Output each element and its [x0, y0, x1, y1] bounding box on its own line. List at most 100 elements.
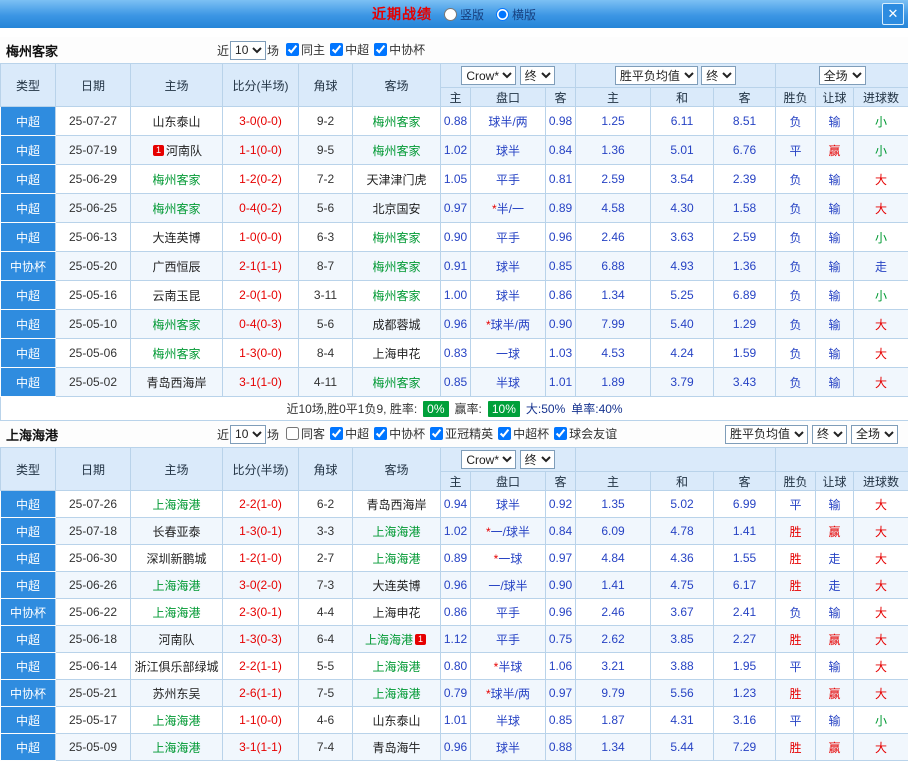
radio-vertical-input[interactable] [444, 8, 457, 21]
close-icon[interactable]: ✕ [882, 3, 904, 25]
checkbox-input[interactable] [374, 427, 387, 440]
away-team-cell: 梅州客家 [353, 136, 441, 165]
goals-cell: 大 [854, 310, 908, 339]
away-team-cell: 梅州客家 [353, 107, 441, 136]
section-header-shanghai: 上海海港 近 10 场 同客中超中协杯亚冠精英中超杯球会友谊 胜平负均值 终 全… [0, 421, 908, 447]
layout-radio-horizontal[interactable]: 横版 [496, 6, 536, 23]
team-label: 山东泰山 [372, 714, 420, 728]
home-odds-cell: 0.96 [441, 572, 471, 599]
away-odds-cell: 0.81 [546, 165, 576, 194]
match-row: 中协杯25-06-22上海海港2-3(0-1)4-4上海申花0.86平手0.96… [1, 599, 908, 626]
win-odds-cell: 1.34 [576, 734, 651, 761]
date-cell: 25-07-18 [56, 518, 131, 545]
handicap-result-cell: 输 [816, 599, 854, 626]
corners-cell: 7-3 [299, 572, 353, 599]
type-cell: 中超 [1, 626, 56, 653]
match-row: 中超25-06-30深圳新鹏城1-2(1-0)2-7上海海港0.89*一球0.9… [1, 545, 908, 572]
score-cell: 1-3(0-1) [223, 518, 299, 545]
europe-odds-state-select[interactable]: 终 [701, 66, 736, 85]
match-row: 中超25-07-26上海海港2-2(1-0)6-2青岛西海岸0.94球半0.92… [1, 491, 908, 518]
odds-state-select[interactable]: 终 [520, 66, 555, 85]
handicap-result-cell: 输 [816, 223, 854, 252]
result-cell: 负 [776, 599, 816, 626]
corners-cell: 4-4 [299, 599, 353, 626]
col-header-date: 日期 [56, 64, 131, 107]
summary-prefix: 近10场,胜0平1负9, 胜率: [286, 402, 417, 416]
filter-checkbox[interactable]: 亚冠精英 [430, 425, 493, 442]
home-team-cell: 河南队 [131, 626, 223, 653]
col-header-lose: 客 [714, 472, 776, 491]
corners-cell: 8-7 [299, 252, 353, 281]
goals-cell: 大 [854, 194, 908, 223]
type-cell: 中超 [1, 368, 56, 397]
type-cell: 中超 [1, 653, 56, 680]
draw-odds-cell: 3.54 [651, 165, 714, 194]
games-count-select[interactable]: 10 [230, 41, 266, 60]
layout-radio-vertical[interactable]: 竖版 [444, 6, 484, 23]
away-odds-cell: 1.01 [546, 368, 576, 397]
checkbox-input[interactable] [554, 427, 567, 440]
checkbox-input[interactable] [286, 427, 299, 440]
home-odds-cell: 1.02 [441, 136, 471, 165]
checkbox-input[interactable] [286, 43, 299, 56]
europe-odds-state-select[interactable]: 终 [812, 425, 847, 444]
score-cell: 1-2(0-2) [223, 165, 299, 194]
odds-company-select[interactable]: Crow* [461, 66, 516, 85]
team-label: 梅州客家 [152, 347, 200, 361]
checkbox-input[interactable] [430, 427, 443, 440]
handicap-cell: 球半/两 [471, 107, 546, 136]
home-team-cell: 广西恒辰 [131, 252, 223, 281]
odds-company-select[interactable]: Crow* [461, 450, 516, 469]
odds-state-select[interactable]: 终 [520, 450, 555, 469]
goals-cell: 大 [854, 653, 908, 680]
type-cell: 中超 [1, 136, 56, 165]
draw-odds-cell: 3.85 [651, 626, 714, 653]
col-header-goals: 进球数 [854, 472, 908, 491]
filter-checkbox[interactable]: 同客 [286, 425, 325, 442]
filter-checkbox[interactable]: 中超 [330, 425, 369, 442]
checkbox-input[interactable] [330, 43, 343, 56]
checkbox-input[interactable] [498, 427, 511, 440]
scope-select[interactable]: 全场 [819, 66, 866, 85]
handicap-cell: *半球 [471, 653, 546, 680]
lose-odds-cell: 3.43 [714, 368, 776, 397]
team-name: 梅州客家 [6, 41, 58, 60]
handicap-cell: *一球 [471, 545, 546, 572]
handicap-result-cell: 赢 [816, 680, 854, 707]
score-cell: 1-1(0-0) [223, 707, 299, 734]
europe-odds-select[interactable]: 胜平负均值 [615, 66, 698, 85]
away-odds-cell: 0.96 [546, 599, 576, 626]
games-count-select[interactable]: 10 [230, 425, 266, 444]
corners-cell: 6-4 [299, 626, 353, 653]
draw-odds-cell: 4.75 [651, 572, 714, 599]
checkbox-input[interactable] [374, 43, 387, 56]
scope-select[interactable]: 全场 [851, 425, 898, 444]
result-cell: 负 [776, 339, 816, 368]
corners-cell: 7-2 [299, 165, 353, 194]
radio-horizontal-input[interactable] [496, 8, 509, 21]
checkbox-input[interactable] [330, 427, 343, 440]
filter-checkbox[interactable]: 中超 [330, 41, 369, 58]
filter-checkbox[interactable]: 中协杯 [374, 41, 425, 58]
col-header-win: 主 [576, 88, 651, 107]
handicap-star: * [492, 202, 497, 216]
col-header-goals: 进球数 [854, 88, 908, 107]
date-cell: 25-05-16 [56, 281, 131, 310]
col-header-odds-away: 客 [546, 472, 576, 491]
type-cell: 中超 [1, 518, 56, 545]
home-odds-cell: 1.05 [441, 165, 471, 194]
away-odds-cell: 0.85 [546, 707, 576, 734]
win-odds-cell: 2.59 [576, 165, 651, 194]
result-cell: 负 [776, 281, 816, 310]
games-label: 场 [267, 426, 279, 443]
handicap-result-cell: 输 [816, 707, 854, 734]
filter-checkbox[interactable]: 球会友谊 [554, 425, 617, 442]
team-label: 苏州东吴 [152, 687, 200, 701]
away-team-cell: 北京国安 [353, 194, 441, 223]
filter-checkbox[interactable]: 同主 [286, 41, 325, 58]
filter-bar: 近 10 场 同主中超中协杯 [216, 41, 426, 60]
filter-checkbox[interactable]: 中超杯 [498, 425, 549, 442]
draw-odds-cell: 3.67 [651, 599, 714, 626]
filter-checkbox[interactable]: 中协杯 [374, 425, 425, 442]
europe-odds-select[interactable]: 胜平负均值 [725, 425, 808, 444]
